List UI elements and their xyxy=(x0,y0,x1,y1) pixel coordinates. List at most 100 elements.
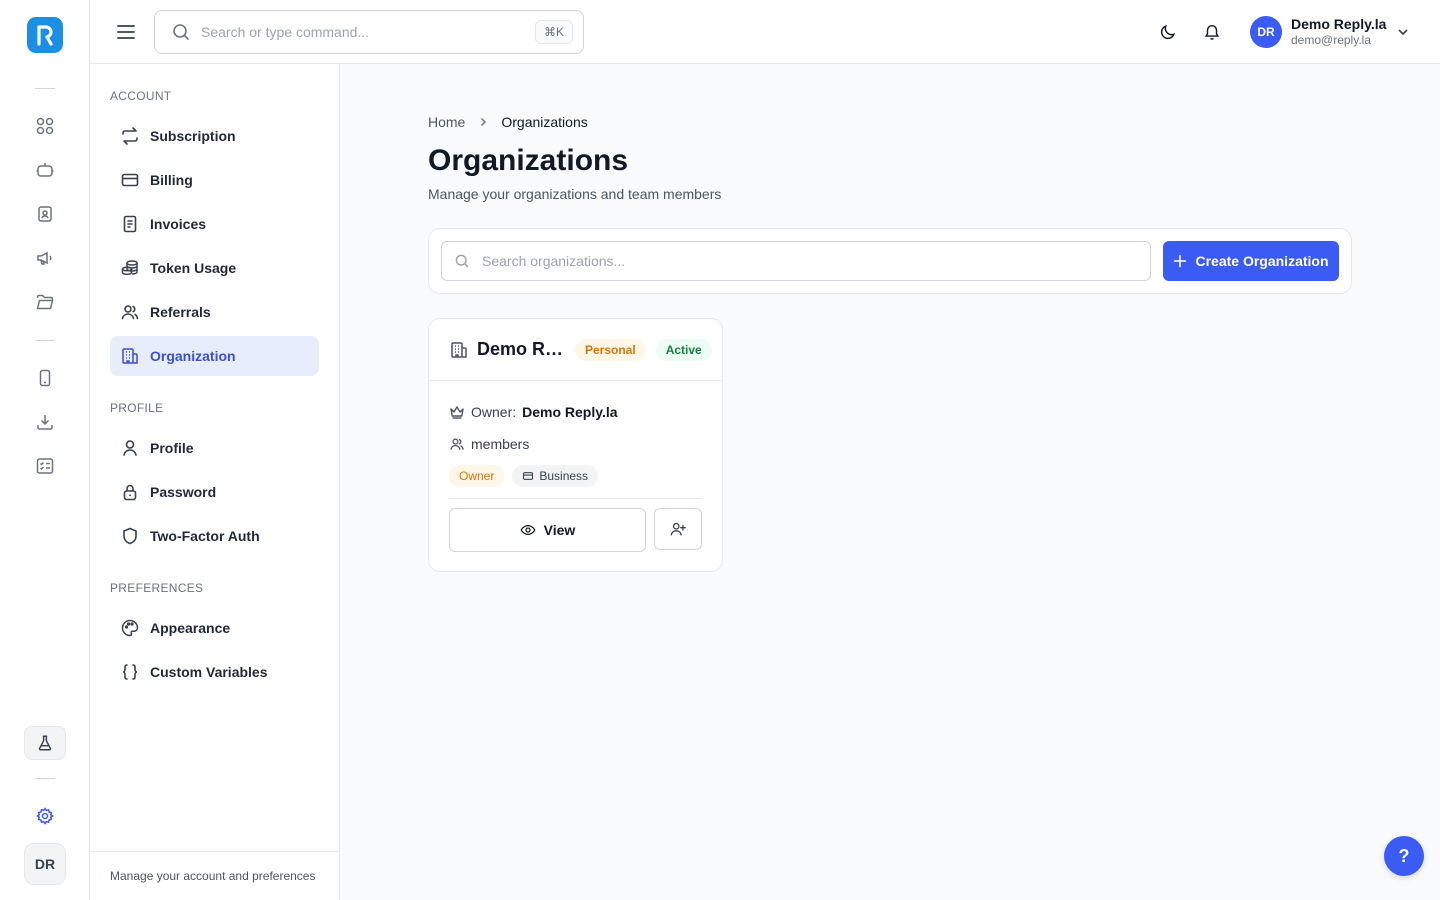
org-toolbar: Create Organization xyxy=(428,228,1352,294)
apps-grid-icon[interactable] xyxy=(33,114,57,138)
plus-icon xyxy=(1173,254,1187,268)
main-content: Home Organizations Organizations Manage … xyxy=(340,64,1440,900)
create-organization-label: Create Organization xyxy=(1195,253,1329,269)
shield-icon xyxy=(120,526,140,546)
building-icon xyxy=(449,340,469,360)
download-icon[interactable] xyxy=(33,410,57,434)
user-menu[interactable]: DR Demo Reply.la demo@reply.la xyxy=(1250,16,1410,48)
sidebar-item-label: Organization xyxy=(150,348,236,364)
role-chip: Owner xyxy=(449,465,505,487)
rail-divider xyxy=(35,778,55,779)
org-search-input[interactable] xyxy=(482,253,1150,269)
bot-icon[interactable] xyxy=(33,158,57,182)
org-search[interactable] xyxy=(441,241,1151,281)
rail-divider xyxy=(35,88,55,89)
reply-logo-icon[interactable] xyxy=(27,17,63,53)
user-icon xyxy=(120,438,140,458)
command-search-input[interactable] xyxy=(201,24,535,40)
user-plus-icon xyxy=(669,520,687,538)
palette-icon xyxy=(120,618,140,638)
repeat-icon xyxy=(120,126,140,146)
app-rail: DR xyxy=(0,0,90,900)
invite-member-button[interactable] xyxy=(654,508,702,550)
chevron-down-icon xyxy=(1396,25,1410,39)
sidebar-item-subscription[interactable]: Subscription xyxy=(110,116,319,156)
organization-name: Demo Re... xyxy=(477,339,567,359)
bell-icon[interactable] xyxy=(1200,20,1224,44)
sidebar-item-label: Password xyxy=(150,484,217,500)
user-meta: Demo Reply.la demo@reply.la xyxy=(1291,16,1386,47)
breadcrumb-home[interactable]: Home xyxy=(428,114,465,130)
sidebar-item-label: Token Usage xyxy=(150,260,237,276)
top-bar: ⌘K DR Demo Reply.la demo@reply.la xyxy=(90,0,1440,64)
sidebar-item-label: Appearance xyxy=(150,620,231,636)
organization-card-header: Demo Re... Personal Active xyxy=(429,319,722,381)
sidebar-item-billing[interactable]: Billing xyxy=(110,160,319,200)
organization-card: Demo Re... Personal Active Owner: Demo R… xyxy=(428,318,723,572)
sidebar-footer: Manage your account and preferences xyxy=(90,851,340,900)
status-badge: Active xyxy=(655,338,712,361)
gear-icon[interactable] xyxy=(33,804,57,828)
users-icon xyxy=(449,436,465,452)
settings-sidebar: ACCOUNT Subscription Billing Invoices To… xyxy=(90,64,340,900)
members-row: members xyxy=(449,433,702,455)
chevron-right-icon xyxy=(477,116,489,128)
crown-icon xyxy=(449,404,465,420)
moon-icon[interactable] xyxy=(1156,20,1180,44)
page-subtitle: Manage your organizations and team membe… xyxy=(428,186,722,202)
megaphone-icon[interactable] xyxy=(33,246,57,270)
card-divider xyxy=(449,498,702,499)
credit-card-icon xyxy=(120,170,140,190)
sidebar-item-label: Subscription xyxy=(150,128,236,144)
members-label: members xyxy=(471,436,530,452)
sidebar-item-profile[interactable]: Profile xyxy=(110,428,319,468)
building-icon xyxy=(120,346,140,366)
users-icon xyxy=(120,302,140,322)
braces-icon xyxy=(120,662,140,682)
rail-avatar[interactable]: DR xyxy=(24,843,66,885)
sidebar-item-label: Referrals xyxy=(150,304,211,320)
sidebar-item-invoices[interactable]: Invoices xyxy=(110,204,319,244)
sidebar-item-referrals[interactable]: Referrals xyxy=(110,292,319,332)
rail-divider xyxy=(35,340,55,341)
owner-row: Owner: Demo Reply.la xyxy=(449,401,702,423)
flask-icon[interactable] xyxy=(24,726,66,760)
lock-icon xyxy=(120,482,140,502)
organization-card-body: Owner: Demo Reply.la members Owner Busin… xyxy=(429,381,722,552)
plan-chip-label: Business xyxy=(539,469,589,483)
contacts-icon[interactable] xyxy=(33,202,57,226)
sidebar-item-appearance[interactable]: Appearance xyxy=(110,608,319,648)
folder-icon[interactable] xyxy=(33,290,57,314)
sidebar-item-label: Profile xyxy=(150,440,194,456)
section-account: ACCOUNT xyxy=(110,89,172,103)
type-badge: Personal xyxy=(575,338,646,361)
sidebar-item-token-usage[interactable]: Token Usage xyxy=(110,248,319,288)
owner-name: Demo Reply.la xyxy=(522,404,618,420)
sidebar-item-custom-variables[interactable]: Custom Variables xyxy=(110,652,319,692)
credit-card-icon xyxy=(522,470,534,482)
sidebar-item-label: Invoices xyxy=(150,216,207,232)
card-actions: View xyxy=(449,508,702,552)
checklist-icon[interactable] xyxy=(33,454,57,478)
eye-icon xyxy=(520,522,536,538)
coins-icon xyxy=(120,258,140,278)
chips: Owner Business xyxy=(449,465,702,487)
menu-icon[interactable] xyxy=(114,20,138,44)
search-icon xyxy=(454,253,470,269)
sidebar-item-two-factor[interactable]: Two-Factor Auth xyxy=(110,516,319,556)
help-button[interactable]: ? xyxy=(1384,836,1424,876)
create-organization-button[interactable]: Create Organization xyxy=(1163,241,1339,281)
avatar: DR xyxy=(1250,16,1282,48)
sidebar-item-organization[interactable]: Organization xyxy=(110,336,319,376)
sidebar-item-label: Billing xyxy=(150,172,193,188)
mobile-icon[interactable] xyxy=(33,366,57,390)
user-name: Demo Reply.la xyxy=(1291,16,1387,33)
sidebar-item-label: Custom Variables xyxy=(150,664,268,680)
search-icon xyxy=(171,22,191,42)
view-label: View xyxy=(543,522,576,538)
command-search[interactable]: ⌘K xyxy=(154,10,584,54)
view-button[interactable]: View xyxy=(449,508,646,552)
user-email: demo@reply.la xyxy=(1291,33,1371,48)
sidebar-item-password[interactable]: Password xyxy=(110,472,319,512)
sidebar-item-label: Two-Factor Auth xyxy=(150,528,260,544)
